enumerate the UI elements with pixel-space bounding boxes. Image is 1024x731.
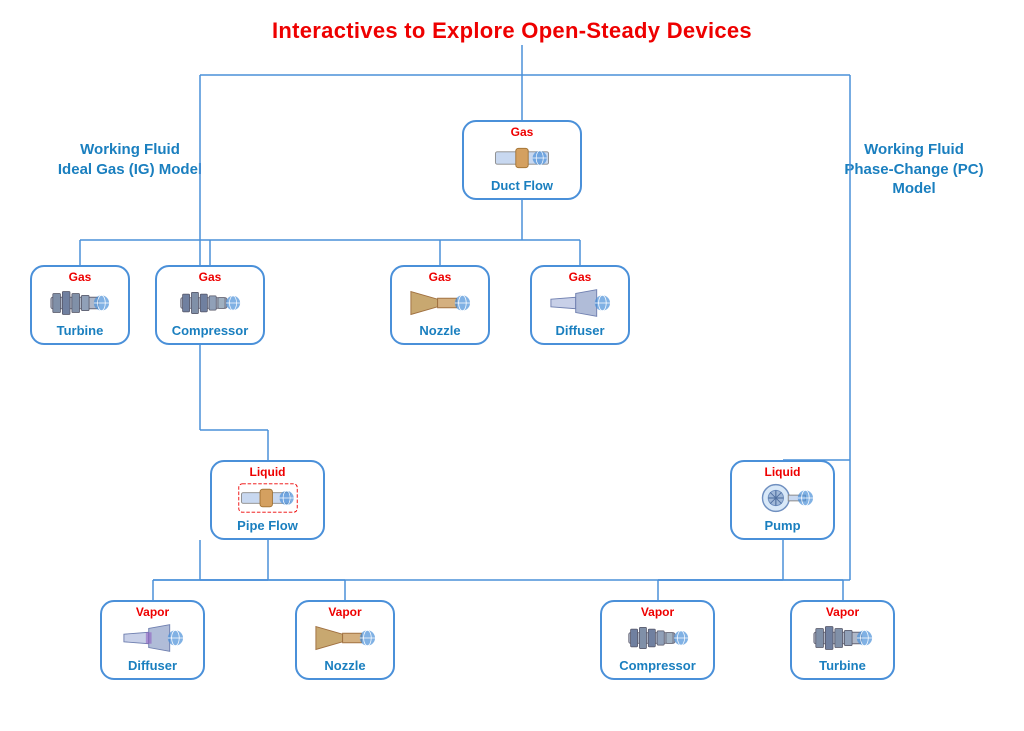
left-side-label: Working FluidIdeal Gas (IG) Model: [55, 140, 205, 179]
node-vapor-nozzle[interactable]: Vapor Nozzle: [295, 600, 395, 680]
vapor-turbine-icon: [812, 619, 874, 656]
node-gas-nozzle[interactable]: Gas Nozzle: [390, 265, 490, 345]
duct-flow-icon: [491, 139, 553, 176]
node-liquid-pump[interactable]: Liquid Pump: [730, 460, 835, 540]
node-gas-diffuser[interactable]: Gas Diffuser: [530, 265, 630, 345]
nozzle-icon: [409, 284, 471, 321]
node-gas-compressor[interactable]: Gas Compressor: [155, 265, 265, 345]
vapor-diffuser-icon: [122, 619, 184, 656]
node-liquid-pipe-flow[interactable]: Liquid Pipe Flow: [210, 460, 325, 540]
node-vapor-compressor[interactable]: Vapor Compressor: [600, 600, 715, 680]
node-gas-turbine[interactable]: Gas Turbine: [30, 265, 130, 345]
pump-icon: [752, 479, 814, 516]
vapor-nozzle-icon: [314, 619, 376, 656]
node-vapor-diffuser[interactable]: Vapor Diffuser: [100, 600, 205, 680]
pipe-flow-icon: [237, 479, 299, 516]
node-vapor-turbine[interactable]: Vapor Turbine: [790, 600, 895, 680]
vapor-compressor-icon: [627, 619, 689, 656]
node-gas-duct-flow[interactable]: Gas Duct Flow: [462, 120, 582, 200]
diffuser-icon: [549, 284, 611, 321]
compressor-icon: [179, 284, 241, 321]
page-title: Interactives to Explore Open-Steady Devi…: [0, 0, 1024, 44]
right-side-label: Working FluidPhase-Change (PC) Model: [834, 140, 994, 199]
turbine-icon: [49, 284, 111, 321]
